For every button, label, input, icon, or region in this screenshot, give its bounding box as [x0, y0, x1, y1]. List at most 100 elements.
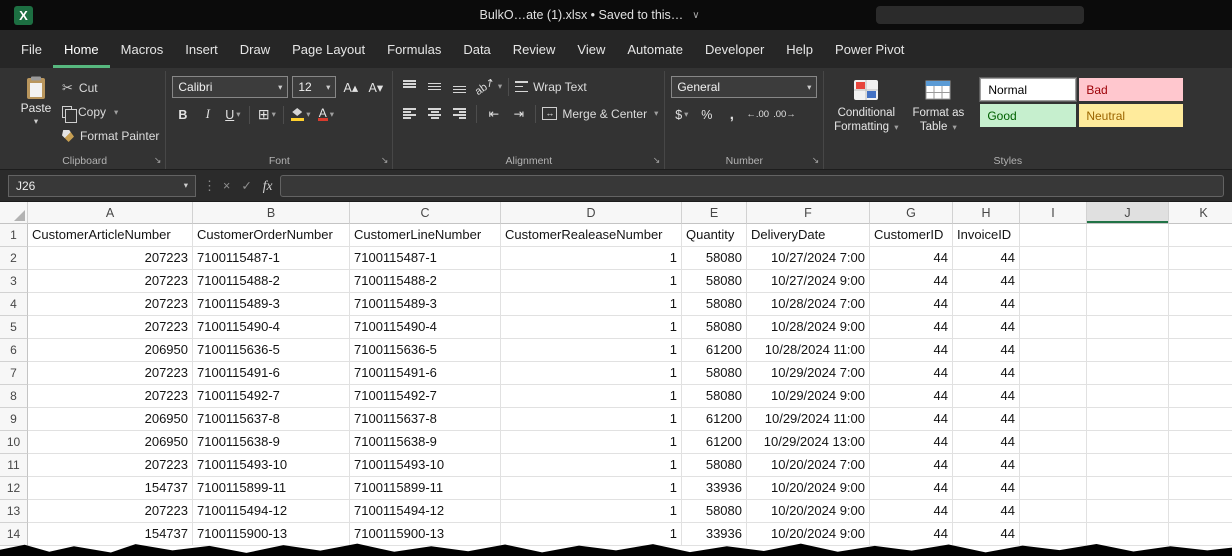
cell-C9[interactable]: 7100115637-8	[350, 408, 501, 431]
cell-B14[interactable]: 7100115900-13	[193, 523, 350, 546]
cell-K10[interactable]	[1169, 431, 1232, 454]
cell-B2[interactable]: 7100115487-1	[193, 247, 350, 270]
column-header-J[interactable]: J	[1087, 202, 1169, 224]
cell-H6[interactable]: 44	[953, 339, 1020, 362]
clipboard-dialog-launcher[interactable]: ↘	[154, 155, 162, 166]
row-header-4[interactable]: 4	[0, 293, 28, 316]
row-header-5[interactable]: 5	[0, 316, 28, 339]
cell-A4[interactable]: 207223	[28, 293, 193, 316]
increase-font-button[interactable]: A▴	[340, 77, 361, 98]
cell-E11[interactable]: 58080	[682, 454, 747, 477]
cell-I12[interactable]	[1020, 477, 1087, 500]
cell-F11[interactable]: 10/20/2024 7:00	[747, 454, 870, 477]
cell-J1[interactable]	[1087, 224, 1169, 247]
format-painter-button[interactable]: Format Painter	[62, 126, 159, 146]
cell-D7[interactable]: 1	[501, 362, 682, 385]
cell-A6[interactable]: 206950	[28, 339, 193, 362]
cell-H10[interactable]: 44	[953, 431, 1020, 454]
tab-developer[interactable]: Developer	[694, 30, 775, 68]
cell-G4[interactable]: 44	[870, 293, 953, 316]
column-header-C[interactable]: C	[350, 202, 501, 224]
cut-button[interactable]: ✂ Cut	[62, 78, 159, 98]
cell-B9[interactable]: 7100115637-8	[193, 408, 350, 431]
cell-I5[interactable]	[1020, 316, 1087, 339]
cell-H9[interactable]: 44	[953, 408, 1020, 431]
row-header-8[interactable]: 8	[0, 385, 28, 408]
tab-help[interactable]: Help	[775, 30, 824, 68]
style-normal[interactable]: Normal	[980, 78, 1076, 101]
cell-G8[interactable]: 44	[870, 385, 953, 408]
title-chevron-icon[interactable]: ∨	[692, 10, 699, 21]
cell-G14[interactable]: 44	[870, 523, 953, 546]
comma-style-button[interactable]: ,	[721, 104, 742, 125]
cell-K4[interactable]	[1169, 293, 1232, 316]
font-color-button[interactable]: A ▾	[315, 104, 336, 125]
cell-E6[interactable]: 61200	[682, 339, 747, 362]
increase-decimal-button[interactable]: ←.00	[746, 104, 769, 125]
cell-B3[interactable]: 7100115488-2	[193, 270, 350, 293]
cell-A13[interactable]: 207223	[28, 500, 193, 523]
cell-G9[interactable]: 44	[870, 408, 953, 431]
cell-F5[interactable]: 10/28/2024 9:00	[747, 316, 870, 339]
cell-H4[interactable]: 44	[953, 293, 1020, 316]
cell-B12[interactable]: 7100115899-11	[193, 477, 350, 500]
cell-B6[interactable]: 7100115636-5	[193, 339, 350, 362]
number-format-select[interactable]: General ▾	[671, 76, 817, 98]
font-size-select[interactable]: 12 ▾	[292, 76, 336, 98]
cell-F7[interactable]: 10/29/2024 7:00	[747, 362, 870, 385]
cell-H7[interactable]: 44	[953, 362, 1020, 385]
cell-E9[interactable]: 61200	[682, 408, 747, 431]
fill-color-button[interactable]: ▾	[290, 104, 311, 125]
cell-F14[interactable]: 10/20/2024 9:00	[747, 523, 870, 546]
cell-C13[interactable]: 7100115494-12	[350, 500, 501, 523]
tab-home[interactable]: Home	[53, 30, 110, 68]
cell-J14[interactable]	[1087, 523, 1169, 546]
tab-file[interactable]: File	[10, 30, 53, 68]
cell-D4[interactable]: 1	[501, 293, 682, 316]
tab-view[interactable]: View	[566, 30, 616, 68]
cell-K11[interactable]	[1169, 454, 1232, 477]
cell-G5[interactable]: 44	[870, 316, 953, 339]
cell-K9[interactable]	[1169, 408, 1232, 431]
cell-A1[interactable]: CustomerArticleNumber	[28, 224, 193, 247]
cell-B5[interactable]: 7100115490-4	[193, 316, 350, 339]
cell-J3[interactable]	[1087, 270, 1169, 293]
cell-E14[interactable]: 33936	[682, 523, 747, 546]
cell-J8[interactable]	[1087, 385, 1169, 408]
column-header-K[interactable]: K	[1169, 202, 1232, 224]
insert-function-button[interactable]: fx	[263, 178, 273, 194]
font-family-select[interactable]: Calibri ▾	[172, 76, 288, 98]
cell-I13[interactable]	[1020, 500, 1087, 523]
cell-C7[interactable]: 7100115491-6	[350, 362, 501, 385]
row-header-7[interactable]: 7	[0, 362, 28, 385]
cell-F8[interactable]: 10/29/2024 9:00	[747, 385, 870, 408]
row-header-13[interactable]: 13	[0, 500, 28, 523]
column-header-A[interactable]: A	[28, 202, 193, 224]
formula-bar-handle[interactable]: ⋮	[203, 178, 216, 194]
cell-J12[interactable]	[1087, 477, 1169, 500]
cell-G13[interactable]: 44	[870, 500, 953, 523]
cell-K1[interactable]	[1169, 224, 1232, 247]
italic-button[interactable]: I	[197, 104, 218, 125]
cell-F6[interactable]: 10/28/2024 11:00	[747, 339, 870, 362]
cell-F10[interactable]: 10/29/2024 13:00	[747, 431, 870, 454]
cell-H8[interactable]: 44	[953, 385, 1020, 408]
conditional-formatting-button[interactable]: Conditional Formatting ▾	[830, 74, 902, 152]
cell-D1[interactable]: CustomerRealeaseNumber	[501, 224, 682, 247]
cell-I4[interactable]	[1020, 293, 1087, 316]
copy-button[interactable]: Copy ▾	[62, 102, 159, 122]
align-left-button[interactable]	[399, 103, 420, 124]
cell-I11[interactable]	[1020, 454, 1087, 477]
cell-I6[interactable]	[1020, 339, 1087, 362]
cell-D2[interactable]: 1	[501, 247, 682, 270]
cell-C5[interactable]: 7100115490-4	[350, 316, 501, 339]
cell-D3[interactable]: 1	[501, 270, 682, 293]
cell-A11[interactable]: 207223	[28, 454, 193, 477]
cell-B10[interactable]: 7100115638-9	[193, 431, 350, 454]
decrease-decimal-button[interactable]: .00→	[773, 104, 796, 125]
cell-J13[interactable]	[1087, 500, 1169, 523]
cell-G6[interactable]: 44	[870, 339, 953, 362]
cell-E13[interactable]: 58080	[682, 500, 747, 523]
cell-E12[interactable]: 33936	[682, 477, 747, 500]
paste-dropdown-icon[interactable]: ▾	[34, 116, 38, 127]
